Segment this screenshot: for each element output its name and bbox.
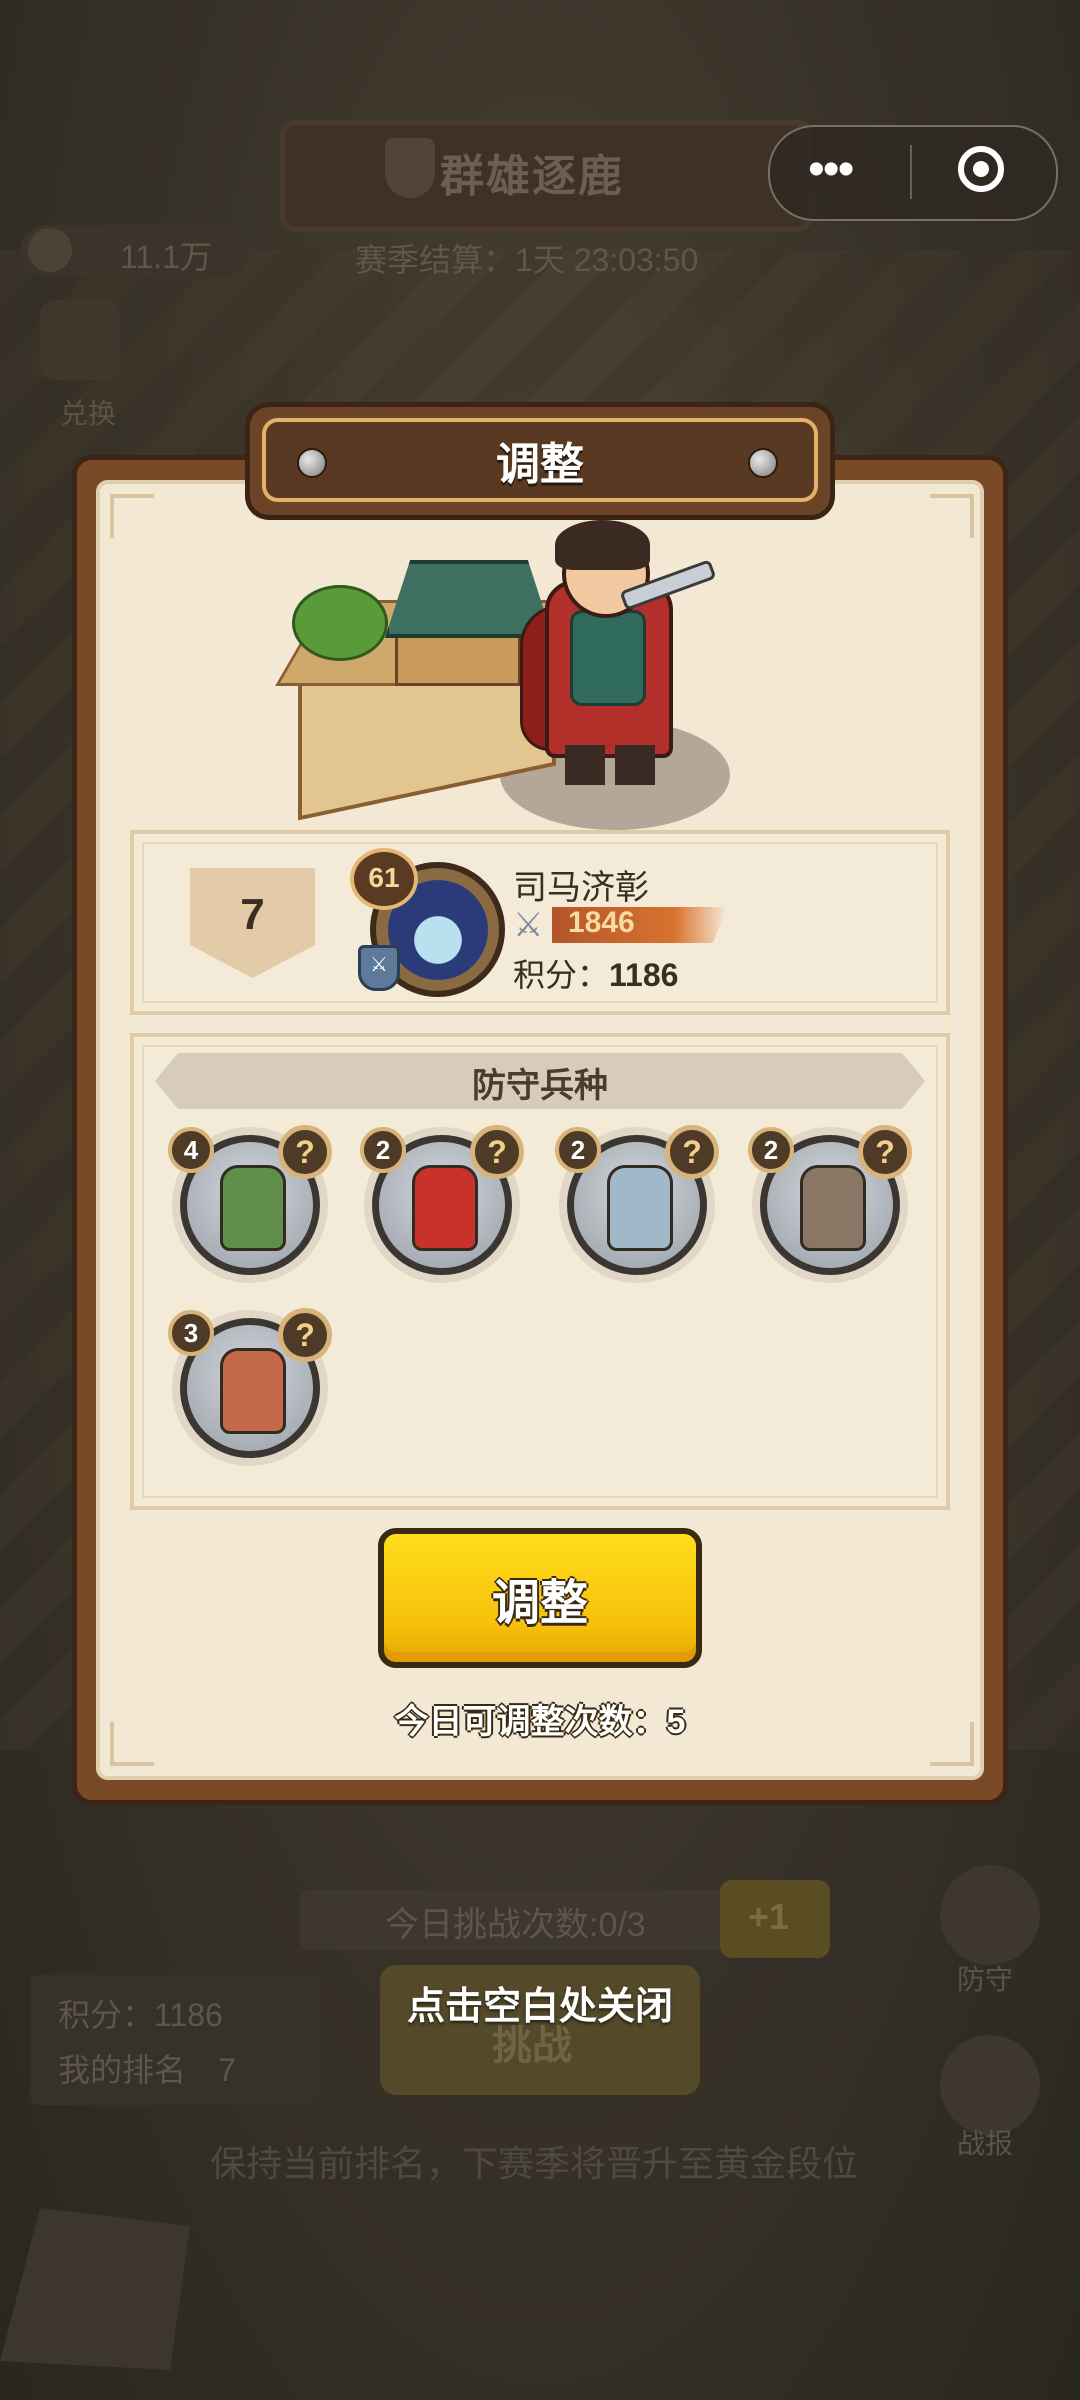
help-question-icon[interactable]: ?: [278, 1125, 332, 1179]
player-name: 司马济彰: [513, 869, 649, 907]
promotion-text: 保持当前排名，下赛季将晋升至黄金段位: [210, 2143, 859, 2184]
hero-armor: [570, 610, 646, 706]
defense-unit-brute-warrior[interactable]: 3?: [168, 1308, 332, 1466]
player-score: 1186: [609, 957, 679, 993]
resource-value: 11.1万: [120, 239, 212, 275]
trident-soldier-icon: [800, 1165, 866, 1251]
dialog-title: 调整: [496, 440, 584, 489]
help-question-icon[interactable]: ?: [665, 1125, 719, 1179]
defense-title: 防守兵种: [472, 1067, 608, 1105]
shield-icon: [385, 138, 435, 198]
brute-warrior-icon: [220, 1348, 286, 1434]
help-question-icon[interactable]: ?: [470, 1125, 524, 1179]
defense-unit-ice-sage[interactable]: 2?: [555, 1125, 719, 1283]
close-hint[interactable]: 点击空白处关闭: [0, 1975, 1080, 2030]
adjust-button-label[interactable]: 调整: [378, 1563, 702, 1633]
defend-icon: [940, 1865, 1040, 1965]
unit-count-badge: 2: [555, 1127, 601, 1173]
unit-count-badge: 4: [168, 1127, 214, 1173]
close-miniprogram-icon[interactable]: [958, 146, 1004, 192]
hero-hair: [555, 520, 650, 570]
exchange-icon: [40, 300, 120, 380]
help-question-icon[interactable]: ?: [858, 1125, 912, 1179]
bg-rank-text: 我的排名 7: [58, 2052, 236, 2088]
crossed-swords-icon: ⚔: [513, 906, 544, 944]
defense-unit-cavalry-spearman[interactable]: 4?: [168, 1125, 332, 1283]
add-challenge-label: +1: [748, 1896, 790, 1937]
defense-unit-trident-soldier[interactable]: 2?: [748, 1125, 912, 1283]
player-power: 1846: [568, 906, 635, 939]
hero-legs: [565, 745, 655, 785]
unit-count-badge: 3: [168, 1310, 214, 1356]
unit-count-badge: 2: [748, 1127, 794, 1173]
mode-title: 群雄逐鹿: [440, 152, 624, 201]
more-menu-icon[interactable]: •••: [808, 140, 854, 200]
adjust-remaining: 今日可调整次数：5: [394, 1703, 686, 1741]
corner-ornament: [930, 494, 974, 538]
corner-ornament: [110, 494, 154, 538]
score-label: 积分：: [513, 957, 610, 993]
player-level: 61: [368, 862, 400, 893]
resource-icon: [28, 228, 72, 272]
player-score-line: 积分：1186: [513, 950, 678, 996]
battle-report-label: 战报: [957, 2128, 1014, 2159]
ice-sage-icon: [607, 1165, 673, 1251]
help-question-icon[interactable]: ?: [278, 1308, 332, 1362]
fire-mage-icon: [412, 1165, 478, 1251]
defense-unit-fire-mage[interactable]: 2?: [360, 1125, 524, 1283]
player-rank: 7: [240, 890, 265, 939]
capsule-divider: [910, 145, 912, 199]
season-timer: 赛季结算：1天 23:03:50: [355, 242, 699, 278]
tree-icon: [292, 585, 388, 661]
cavalry-spearman-icon: [220, 1165, 286, 1251]
exchange-label: 兑换: [60, 398, 117, 429]
unit-count-badge: 2: [360, 1127, 406, 1173]
faction-shield-icon: ⚔: [358, 945, 400, 991]
battle-report-icon: [940, 2035, 1040, 2135]
challenge-count: 今日挑战次数:0/3: [385, 1906, 646, 1944]
